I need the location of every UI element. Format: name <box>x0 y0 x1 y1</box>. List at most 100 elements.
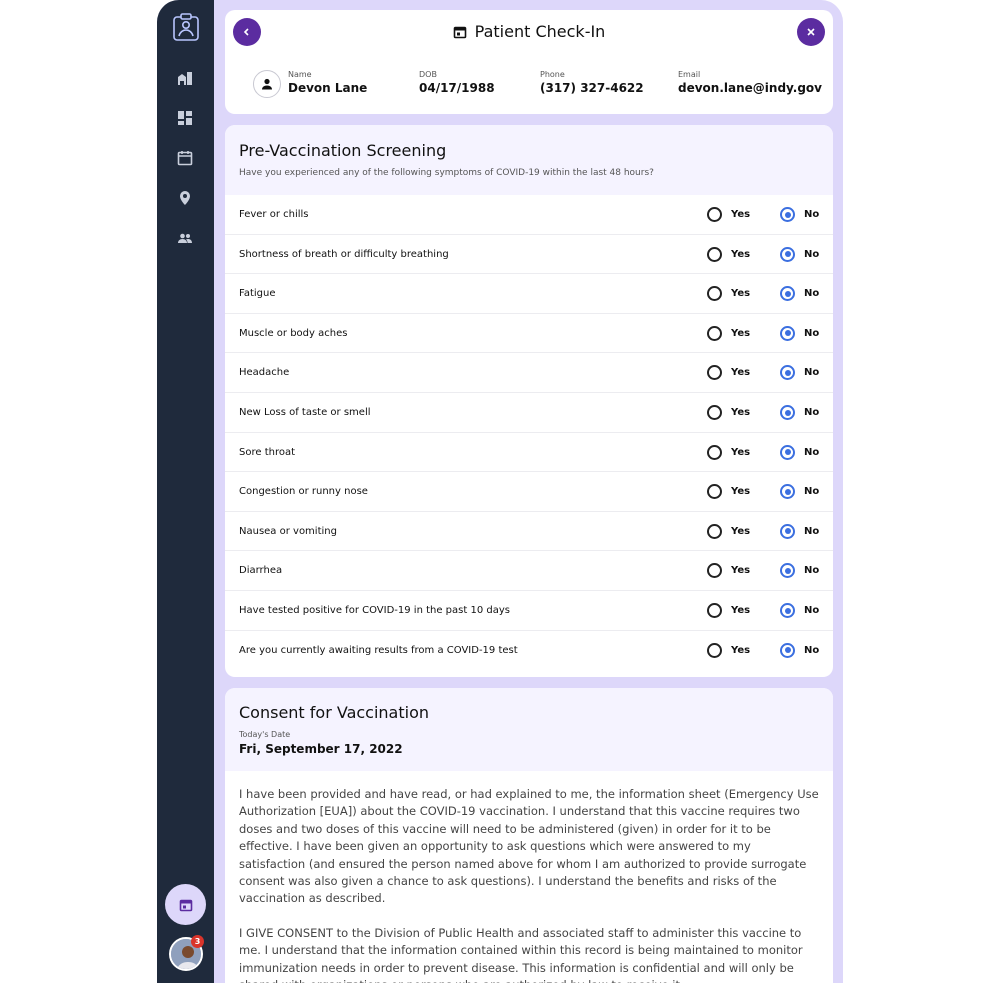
yes-radio[interactable] <box>707 523 722 539</box>
no-label[interactable]: No <box>804 486 819 497</box>
no-label[interactable]: No <box>804 565 819 576</box>
question-text: Have tested positive for COVID-19 in the… <box>239 605 510 616</box>
phone-label: Phone <box>540 70 565 79</box>
patient-email: Email devon.lane@indy.gov <box>678 70 822 95</box>
yes-radio[interactable] <box>707 325 722 341</box>
yes-radio[interactable] <box>707 365 722 381</box>
question-text: Shortness of breath or difficulty breath… <box>239 248 449 260</box>
yes-radio[interactable] <box>707 603 722 618</box>
screening-card: Pre-Vaccination Screening Have you exper… <box>225 125 833 677</box>
dob-value: 04/17/1988 <box>419 81 495 95</box>
question-row: Fever or chills Yes No <box>225 195 833 235</box>
calendar-icon[interactable] <box>176 149 194 167</box>
yes-label[interactable]: Yes <box>731 209 750 220</box>
date-value: Fri, September 17, 2022 <box>239 742 403 756</box>
no-radio[interactable] <box>780 246 795 262</box>
question-text: Diarrhea <box>239 565 283 577</box>
question-row: Have tested positive for COVID-19 in the… <box>225 591 833 631</box>
check-in-header: Patient Check-In Name Devon Lane DOB 04/… <box>225 10 833 114</box>
email-label: Email <box>678 70 701 79</box>
question-row: Are you currently awaiting results from … <box>225 631 833 671</box>
consent-paragraph: I have been provided and have read, or h… <box>239 787 819 906</box>
patient-info: Name Devon Lane DOB 04/17/1988 Phone (31… <box>225 66 833 106</box>
no-label[interactable]: No <box>804 367 819 378</box>
close-icon <box>807 28 815 36</box>
no-radio[interactable] <box>780 642 795 658</box>
patient-name: Name Devon Lane <box>288 70 367 95</box>
email-value: devon.lane@indy.gov <box>678 81 822 95</box>
page-title: Patient Check-In <box>225 22 833 43</box>
yes-label[interactable]: Yes <box>731 367 750 378</box>
yes-radio[interactable] <box>707 405 722 420</box>
yes-label[interactable]: Yes <box>731 645 750 656</box>
people-icon[interactable] <box>176 229 194 247</box>
yes-radio[interactable] <box>707 207 722 222</box>
yes-label[interactable]: Yes <box>731 565 750 576</box>
yes-radio[interactable] <box>707 563 722 579</box>
no-label[interactable]: No <box>804 328 819 339</box>
app-frame: 3 Patient Check-In Name Devon Lane DOB 0… <box>157 0 843 983</box>
yes-radio[interactable] <box>707 286 722 302</box>
phone-value: (317) 327-4622 <box>540 81 644 95</box>
yes-label[interactable]: Yes <box>731 605 750 616</box>
consent-card: Consent for Vaccination Today's Date Fri… <box>225 688 833 983</box>
question-row: Fatigue Yes No <box>225 274 833 314</box>
calendar-action-button[interactable] <box>165 884 206 925</box>
person-icon <box>253 70 281 98</box>
yes-label[interactable]: Yes <box>731 486 750 497</box>
question-row: Shortness of breath or difficulty breath… <box>225 235 833 275</box>
question-row: Nausea or vomiting Yes No <box>225 512 833 552</box>
no-radio[interactable] <box>780 405 795 420</box>
buildings-icon[interactable] <box>176 69 194 87</box>
question-row: Muscle or body aches Yes No <box>225 314 833 354</box>
question-row: New Loss of taste or smell Yes No <box>225 393 833 433</box>
sidebar: 3 <box>157 0 214 983</box>
consent-text: I have been provided and have read, or h… <box>239 786 819 983</box>
no-radio[interactable] <box>780 484 795 500</box>
no-label[interactable]: No <box>804 447 819 458</box>
no-radio[interactable] <box>780 325 795 341</box>
question-row: Headache Yes No <box>225 353 833 393</box>
yes-label[interactable]: Yes <box>731 328 750 339</box>
name-label: Name <box>288 70 312 79</box>
patient-phone: Phone (317) 327-4622 <box>540 70 644 95</box>
yes-radio[interactable] <box>707 484 722 500</box>
question-text: Are you currently awaiting results from … <box>239 644 518 656</box>
no-label[interactable]: No <box>804 605 819 616</box>
no-radio[interactable] <box>780 207 795 222</box>
question-text: Muscle or body aches <box>239 327 348 339</box>
location-pin-icon[interactable] <box>176 189 194 207</box>
dashboard-icon[interactable] <box>176 109 194 127</box>
question-row: Congestion or runny nose Yes No <box>225 472 833 512</box>
no-radio[interactable] <box>780 563 795 579</box>
no-radio[interactable] <box>780 444 795 460</box>
yes-radio[interactable] <box>707 246 722 262</box>
yes-label[interactable]: Yes <box>731 249 750 260</box>
yes-label[interactable]: Yes <box>731 407 750 418</box>
no-label[interactable]: No <box>804 288 819 299</box>
no-radio[interactable] <box>780 365 795 381</box>
consent-title: Consent for Vaccination <box>239 703 430 722</box>
no-radio[interactable] <box>780 523 795 539</box>
yes-label[interactable]: Yes <box>731 288 750 299</box>
no-label[interactable]: No <box>804 407 819 418</box>
yes-radio[interactable] <box>707 642 722 658</box>
no-label[interactable]: No <box>804 526 819 537</box>
consent-paragraph: I GIVE CONSENT to the Division of Public… <box>239 925 803 983</box>
app-logo-icon[interactable] <box>170 12 202 44</box>
name-value: Devon Lane <box>288 81 368 95</box>
no-radio[interactable] <box>780 286 795 302</box>
no-radio[interactable] <box>780 603 795 618</box>
yes-label[interactable]: Yes <box>731 447 750 458</box>
question-text: Fever or chills <box>239 209 309 220</box>
close-button[interactable] <box>797 18 825 46</box>
question-text: Congestion or runny nose <box>239 486 368 498</box>
yes-label[interactable]: Yes <box>731 526 750 537</box>
calendar-icon <box>179 899 192 911</box>
no-label[interactable]: No <box>804 645 819 656</box>
page-title-text: Patient Check-In <box>474 22 606 41</box>
no-label[interactable]: No <box>804 209 819 220</box>
question-text: Nausea or vomiting <box>239 525 337 537</box>
no-label[interactable]: No <box>804 249 819 260</box>
yes-radio[interactable] <box>707 444 722 460</box>
